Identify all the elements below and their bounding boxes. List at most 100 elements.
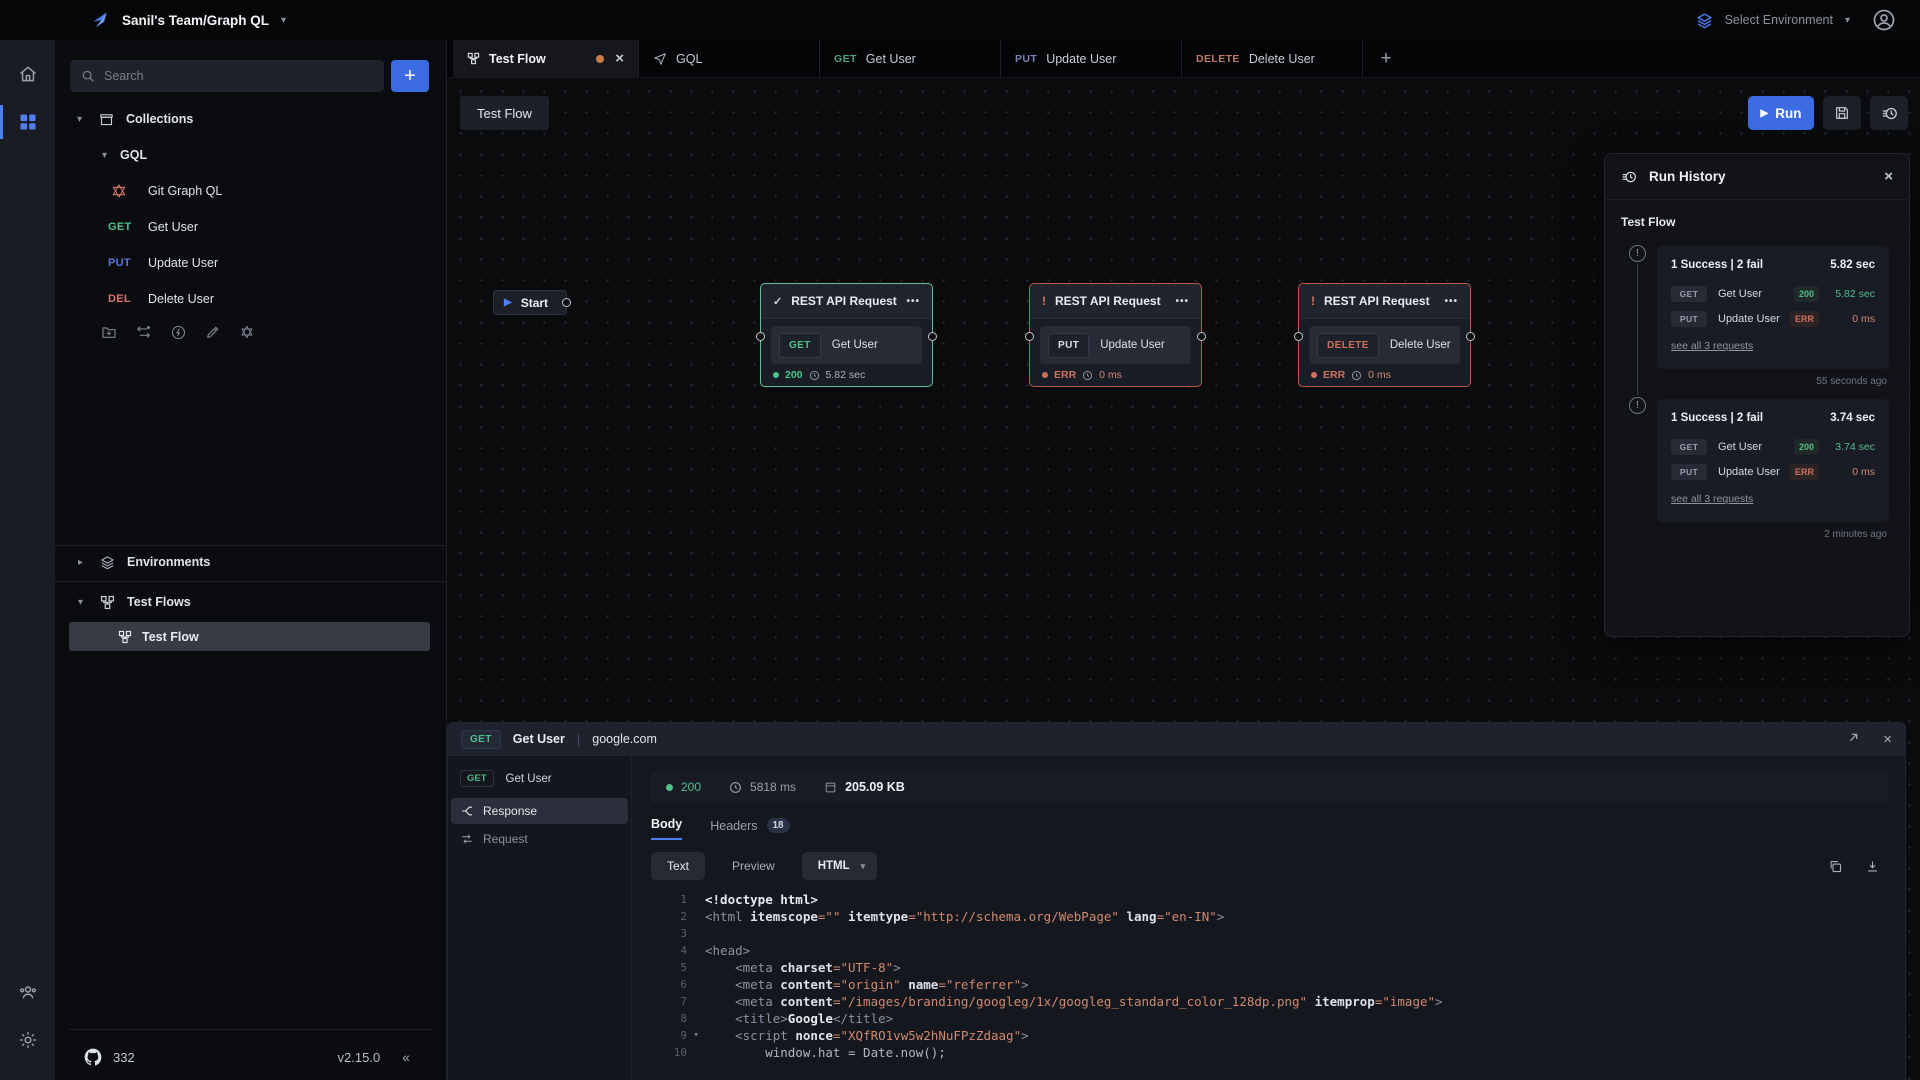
input-port[interactable] xyxy=(1294,332,1303,341)
size-icon xyxy=(824,781,837,794)
status-badge: 200 xyxy=(1794,286,1819,302)
hexagram-settings-icon[interactable] xyxy=(239,324,255,340)
layers-icon xyxy=(1696,12,1713,29)
sidebar-item-gql-collection[interactable]: ▾ GQL xyxy=(55,141,446,169)
canvas-flow-title: Test Flow xyxy=(460,96,549,130)
add-button[interactable]: + xyxy=(391,60,429,92)
sidebar-item-delete-user[interactable]: DEL Delete User xyxy=(55,285,446,313)
run-request-row: PUT Update User ERR 0 ms xyxy=(1671,311,1875,327)
expand-panel-icon[interactable] xyxy=(1845,732,1859,746)
status-code: 200 xyxy=(681,780,701,794)
collapse-sidebar-button[interactable]: « xyxy=(402,1049,410,1065)
sidebar-item-git-graph-ql[interactable]: Git Graph QL xyxy=(55,177,446,205)
play-icon: ▶ xyxy=(1761,108,1769,119)
code-area[interactable]: 1<!doctype html>2<html itemscope="" item… xyxy=(651,891,1888,1080)
output-port[interactable] xyxy=(928,332,937,341)
edit-icon[interactable] xyxy=(205,324,221,340)
node-request[interactable]: DELETE Delete User xyxy=(1309,326,1460,364)
method-badge: DELETE xyxy=(1317,333,1379,358)
node-menu-icon[interactable]: ••• xyxy=(906,296,920,307)
tab-headers[interactable]: Headers 18 xyxy=(710,818,789,840)
flow-node-delete-user[interactable]: ! REST API Request ••• DELETE Delete Use… xyxy=(1298,283,1471,387)
tab-get-user[interactable]: GET Get User xyxy=(820,40,1001,77)
github-stars[interactable]: 332 xyxy=(113,1050,135,1065)
tab-update-user[interactable]: PUT Update User xyxy=(1001,40,1182,77)
tab-label: GQL xyxy=(676,52,702,66)
input-port[interactable] xyxy=(1025,332,1034,341)
search-input[interactable] xyxy=(104,69,373,83)
request-time: 3.74 sec xyxy=(1827,441,1875,453)
run-sequence-icon[interactable] xyxy=(135,324,152,341)
download-icon[interactable] xyxy=(1865,859,1880,874)
lightning-icon[interactable] xyxy=(170,324,187,341)
input-port[interactable] xyxy=(756,332,765,341)
clock-icon xyxy=(1082,370,1093,381)
new-folder-icon[interactable] xyxy=(101,324,117,340)
nav-item-request[interactable]: Request xyxy=(451,826,628,852)
tab-body[interactable]: Body xyxy=(651,817,682,840)
chevron-down-icon[interactable]: ▾ xyxy=(1845,15,1850,26)
workspace-switcher[interactable]: Sanil's Team/Graph QL ▾ xyxy=(0,10,286,30)
request-name: Update User xyxy=(1718,466,1780,478)
save-button[interactable] xyxy=(1823,96,1861,130)
node-title: REST API Request xyxy=(1324,294,1430,308)
view-text-button[interactable]: Text xyxy=(651,852,705,880)
view-controls: Text Preview HTML ▾ xyxy=(651,852,1888,880)
node-request[interactable]: GET Get User xyxy=(771,326,922,364)
home-nav-button[interactable] xyxy=(0,50,55,98)
sidebar-item-environments[interactable]: ▸ Environments xyxy=(55,548,446,576)
flow-node-get-user[interactable]: ✓ REST API Request ••• GET Get User 200 xyxy=(760,283,933,387)
run-summary: 1 Success | 2 fail xyxy=(1671,259,1763,271)
request-name: Update User xyxy=(1718,313,1780,325)
duration: 0 ms xyxy=(1368,369,1391,381)
tab-test-flow[interactable]: Test Flow × xyxy=(453,40,639,77)
new-tab-button[interactable]: + xyxy=(1363,40,1409,77)
request-url: google.com xyxy=(592,732,657,746)
account-avatar[interactable] xyxy=(1872,8,1896,32)
settings-nav-button[interactable] xyxy=(0,1016,55,1064)
run-timestamp: 2 minutes ago xyxy=(1824,529,1887,540)
start-node[interactable]: ▶ Start xyxy=(493,290,567,315)
tab-delete-user[interactable]: DELETE Delete User xyxy=(1182,40,1363,77)
close-tab-icon[interactable]: × xyxy=(615,50,624,67)
flow-node-update-user[interactable]: ! REST API Request ••• PUT Update User E… xyxy=(1029,283,1202,387)
run-button[interactable]: ▶ Run xyxy=(1748,96,1814,130)
copy-icon[interactable] xyxy=(1828,859,1843,874)
nav-item-response[interactable]: Response xyxy=(451,798,628,824)
node-menu-icon[interactable]: ••• xyxy=(1175,296,1189,307)
tab-gql[interactable]: GQL xyxy=(639,40,820,77)
select-environment[interactable]: Select Environment xyxy=(1725,13,1833,27)
see-all-requests-link[interactable]: see all 3 requests xyxy=(1671,340,1753,352)
output-port[interactable] xyxy=(562,298,571,307)
tab-label: Delete User xyxy=(1249,52,1315,66)
collections-nav-button[interactable] xyxy=(0,98,55,146)
method-badge: PUT xyxy=(1048,333,1089,358)
main-area: Test Flow × GQL GET Get User PUT Update … xyxy=(447,40,1920,1080)
close-icon[interactable]: × xyxy=(1884,168,1893,185)
node-menu-icon[interactable]: ••• xyxy=(1444,296,1458,307)
format-dropdown[interactable]: HTML ▾ xyxy=(802,852,877,880)
run-entry-card[interactable]: 1 Success | 2 fail 5.82 sec GET Get User… xyxy=(1657,246,1889,369)
collection-actions xyxy=(101,318,255,346)
request-name: Delete User xyxy=(1390,339,1451,351)
method-badge: PUT xyxy=(1671,464,1707,480)
sidebar-item-test-flow[interactable]: Test Flow xyxy=(69,622,430,651)
output-port[interactable] xyxy=(1466,332,1475,341)
tab-label: Get User xyxy=(866,52,916,66)
sidebar-item-test-flows[interactable]: ▾ Test Flows xyxy=(55,588,446,616)
request-label: Update User xyxy=(148,256,218,270)
team-nav-button[interactable] xyxy=(0,968,55,1016)
see-all-requests-link[interactable]: see all 3 requests xyxy=(1671,493,1753,505)
search-icon xyxy=(81,69,95,83)
sidebar-item-collections[interactable]: ▾ Collections xyxy=(55,105,446,133)
sidebar-item-get-user[interactable]: GET Get User xyxy=(55,213,446,241)
output-port[interactable] xyxy=(1197,332,1206,341)
close-panel-icon[interactable]: × xyxy=(1883,731,1892,748)
sidebar-item-update-user[interactable]: PUT Update User xyxy=(55,249,446,277)
run-history-button[interactable] xyxy=(1870,96,1908,130)
run-entry-card[interactable]: 1 Success | 2 fail 3.74 sec GET Get User… xyxy=(1657,399,1889,522)
view-preview-button[interactable]: Preview xyxy=(732,859,775,873)
request-time: 0 ms xyxy=(1827,313,1875,325)
node-request[interactable]: PUT Update User xyxy=(1040,326,1191,364)
github-icon[interactable] xyxy=(83,1047,103,1067)
